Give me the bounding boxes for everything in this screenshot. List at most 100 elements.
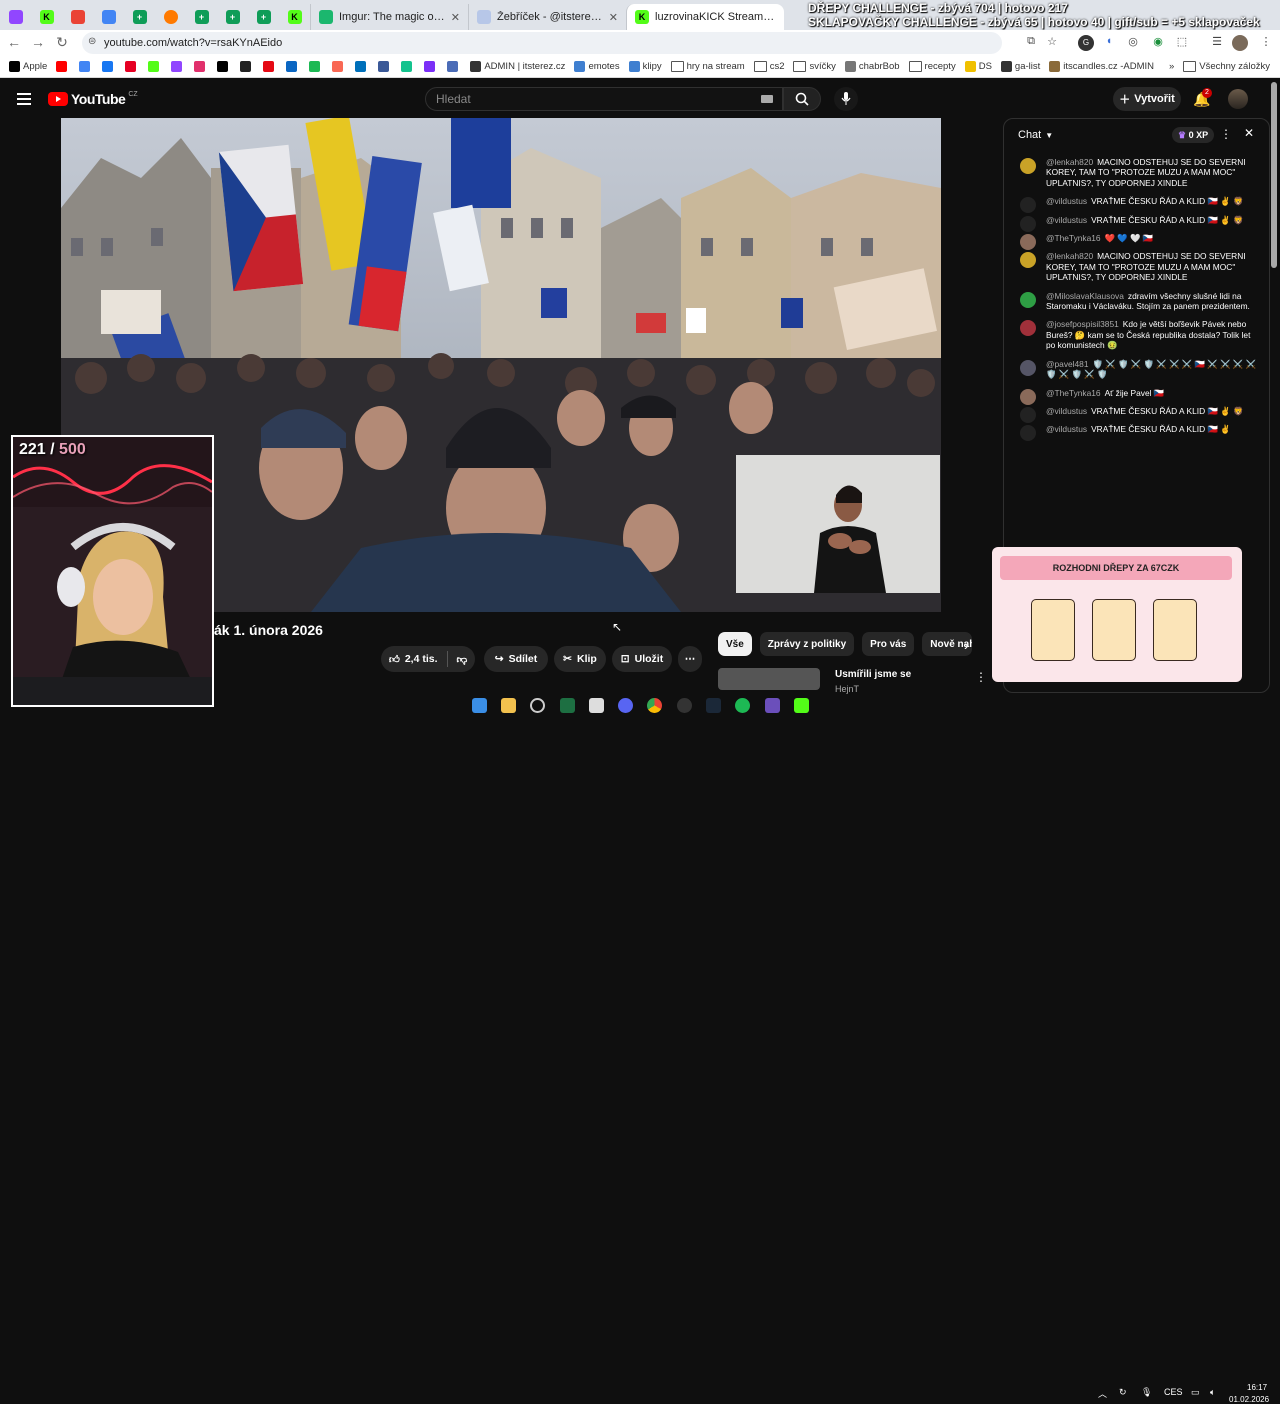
bookmark-item[interactable]	[263, 61, 277, 72]
chat-message[interactable]: @vildustus VRAŤME ČESKU ŘÁD A KLID 🇨🇿 ✌️	[1004, 420, 1266, 442]
chat-author[interactable]: @TheTynka16	[1046, 388, 1101, 398]
extension-icon[interactable]: ◉	[1150, 35, 1166, 51]
bookmark-item[interactable]: cs2	[754, 61, 785, 72]
network-icon[interactable]: ▭	[1191, 1387, 1200, 1398]
bookmark-item[interactable]	[424, 61, 438, 72]
pinned-tab[interactable]: K	[279, 4, 310, 30]
chevron-right-icon[interactable]: »	[1169, 61, 1174, 72]
recommended-video-thumbnail[interactable]	[718, 668, 820, 690]
bookmark-item[interactable]: Apple	[9, 61, 47, 72]
pinned-tab[interactable]: K	[31, 4, 62, 30]
chat-message[interactable]: @MiloslavaKlausova zdravím všechny slušné…	[1004, 287, 1266, 316]
share-button[interactable]: ↪ Sdílet	[484, 646, 548, 672]
page-scrollbar[interactable]	[1271, 82, 1277, 268]
site-info-icon[interactable]: ⊜	[88, 36, 96, 47]
extensions-icon[interactable]: ⬚	[1174, 35, 1190, 51]
clip-button[interactable]: ✂ Klip	[554, 646, 606, 672]
file-explorer-icon[interactable]	[501, 698, 516, 713]
chat-author[interactable]: @josefpospisil3851	[1046, 319, 1119, 329]
extension-icon[interactable]: ◎	[1125, 35, 1141, 51]
close-icon[interactable]: ✕	[451, 11, 460, 24]
more-actions-button[interactable]: ⋯	[678, 646, 702, 672]
like-button[interactable]: 👍︎ 2,4 tis.	[389, 653, 438, 666]
chat-author[interactable]: @vildustus	[1046, 406, 1087, 416]
reading-list-icon[interactable]: ☰	[1209, 35, 1225, 51]
bookmark-item[interactable]: hry na stream	[671, 61, 745, 72]
bookmark-item[interactable]	[194, 61, 208, 72]
pinned-tab[interactable]: +	[186, 4, 217, 30]
more-vert-icon[interactable]: ⋮	[975, 670, 987, 684]
chat-author[interactable]: @vildustus	[1046, 424, 1087, 434]
close-icon[interactable]: ✕	[1244, 126, 1254, 140]
chat-message[interactable]: @pavel481 🛡️ ⚔️ 🛡️ ⚔️ 🛡️ ⚔️ ⚔️ ⚔️ 🇨🇿 ⚔️ ⚔…	[1004, 355, 1266, 384]
avatar[interactable]	[1228, 89, 1248, 109]
tab-imgur[interactable]: Imgur: The magic of the Interne ✕	[310, 4, 468, 30]
bookmark-item[interactable]	[102, 61, 116, 72]
reload-icon[interactable]: ↻	[50, 34, 74, 51]
obs-icon[interactable]	[677, 698, 692, 713]
pinned-tab[interactable]	[155, 4, 186, 30]
avatar[interactable]	[1020, 252, 1036, 269]
avatar[interactable]	[1020, 158, 1036, 174]
mic-icon[interactable]: 🎙︎	[1141, 1387, 1152, 1398]
bookmark-item[interactable]	[79, 61, 93, 72]
bookmark-item[interactable]: ADMIN | itsterez.cz	[470, 61, 565, 72]
tab-kick[interactable]: KluzrovinaKICK Stream - Watch	[626, 4, 784, 30]
create-button[interactable]: ＋ Vytvořit	[1113, 87, 1181, 111]
chat-author[interactable]: @vildustus	[1046, 196, 1087, 206]
xp-badge[interactable]: ♛ 0 XP	[1172, 127, 1215, 143]
bookmark-item[interactable]: DS	[964, 61, 992, 72]
bookmark-item[interactable]	[217, 61, 231, 72]
app-icon[interactable]	[765, 698, 780, 713]
save-button[interactable]: ⊡ Uložit	[612, 646, 672, 672]
more-vert-icon[interactable]: ⋮	[1220, 127, 1232, 141]
chip-for-you[interactable]: Pro vás	[862, 632, 915, 656]
pinned-tab[interactable]	[62, 4, 93, 30]
chevron-right-icon[interactable]: ›	[964, 637, 969, 653]
chat-message[interactable]: @lenkah820 MACINO ODSTEHUJ SE DO SEVERNI …	[1004, 153, 1266, 192]
start-icon[interactable]	[472, 698, 487, 713]
youtube-logo[interactable]: YouTube CZ	[48, 91, 138, 107]
bookmark-item[interactable]	[378, 61, 392, 72]
pinned-tab[interactable]: +	[217, 4, 248, 30]
discord-icon[interactable]	[618, 698, 633, 713]
chrome-icon[interactable]	[647, 698, 662, 713]
chat-message[interactable]: @TheTynka16 Ať žije Pavel 🇨🇿	[1004, 384, 1266, 405]
bookmark-item[interactable]: itscandles.cz -ADMIN	[1049, 61, 1154, 72]
bookmark-item[interactable]: svíčky	[793, 61, 835, 72]
bookmark-item[interactable]	[332, 61, 346, 72]
bookmark-item[interactable]	[56, 61, 70, 72]
bookmark-item[interactable]	[171, 61, 185, 72]
avatar[interactable]	[1020, 320, 1036, 337]
pinned-tab[interactable]: +	[248, 4, 279, 30]
bookmark-item[interactable]: ga-list	[1000, 61, 1040, 72]
app-icon[interactable]	[530, 698, 545, 713]
bookmark-item[interactable]: klipy	[628, 61, 662, 72]
bookmark-item[interactable]	[125, 61, 139, 72]
install-icon[interactable]: ⧉	[1023, 35, 1039, 51]
chat-message[interactable]: @lenkah820 MACINO ODSTEHUJ SE DO SEVERNI …	[1004, 247, 1266, 286]
chat-mode-dropdown[interactable]: Chat ▼	[1018, 129, 1053, 141]
bookmark-item[interactable]	[240, 61, 254, 72]
tray-icon[interactable]: ↻	[1119, 1387, 1127, 1398]
clock-date[interactable]: 01.02.2026	[1229, 1395, 1269, 1404]
clock-time[interactable]: 16:17	[1247, 1383, 1267, 1392]
bookmark-item[interactable]	[401, 61, 415, 72]
chat-message[interactable]: @vildustus VRAŤME ČESKU ŘÁD A KLID 🇨🇿 ✌️ …	[1004, 402, 1266, 423]
bookmark-item[interactable]: chabrBob	[844, 61, 900, 72]
menu-icon[interactable]: ⋮	[1258, 35, 1274, 51]
extension-icon[interactable]: G	[1078, 35, 1094, 51]
chat-author[interactable]: @lenkah820	[1046, 251, 1093, 261]
chat-author[interactable]: @pavel481	[1046, 359, 1089, 369]
forward-icon[interactable]: →	[26, 34, 50, 50]
chat-author[interactable]: @TheTynka16	[1046, 233, 1101, 243]
extension-icon[interactable]: ◖	[1101, 35, 1117, 51]
chat-message[interactable]: @vildustus VRAŤME ČESKU ŘÁD A KLID 🇨🇿 ✌️ …	[1004, 211, 1266, 232]
back-icon[interactable]: ←	[2, 34, 26, 50]
bookmark-item[interactable]: recepty	[909, 61, 956, 72]
bookmark-item[interactable]	[309, 61, 323, 72]
excel-icon[interactable]	[560, 698, 575, 713]
avatar[interactable]	[1020, 291, 1036, 308]
url-field[interactable]: ⊜ youtube.com/watch?v=rsaKYnAEido	[82, 32, 1002, 54]
avatar[interactable]	[1020, 359, 1036, 376]
